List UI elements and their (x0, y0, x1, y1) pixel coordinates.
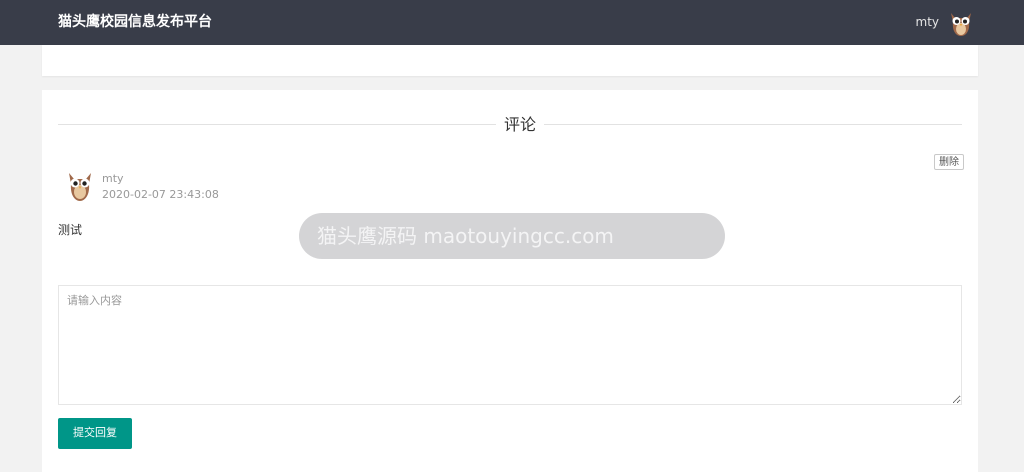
comments-card: 评论 删除 mty 2020-02-07 23:43:08 测试 猫头鹰源码 m… (42, 90, 978, 472)
submit-reply-button[interactable]: 提交回复 (58, 418, 132, 449)
comments-title: 评论 (496, 114, 545, 136)
owl-avatar-icon (69, 173, 91, 201)
watermark-text: 猫头鹰源码 maotouyingcc.com (317, 224, 614, 248)
site-title[interactable]: 猫头鹰校园信息发布平台 (58, 13, 212, 31)
comment-timestamp: 2020-02-07 23:43:08 (102, 188, 219, 201)
reply-textarea[interactable] (58, 285, 962, 405)
top-navbar: 猫头鹰校园信息发布平台 mty (0, 0, 1024, 45)
comments-header: 评论 (58, 114, 962, 136)
owl-avatar-icon[interactable] (946, 7, 976, 37)
delete-comment-button[interactable]: 删除 (934, 154, 964, 170)
header-username[interactable]: mty (916, 13, 940, 31)
watermark-banner: 猫头鹰源码 maotouyingcc.com (299, 213, 725, 259)
comment-author: mty (102, 172, 124, 185)
comment-content: 测试 (58, 223, 83, 237)
post-card-bottom (42, 45, 978, 76)
